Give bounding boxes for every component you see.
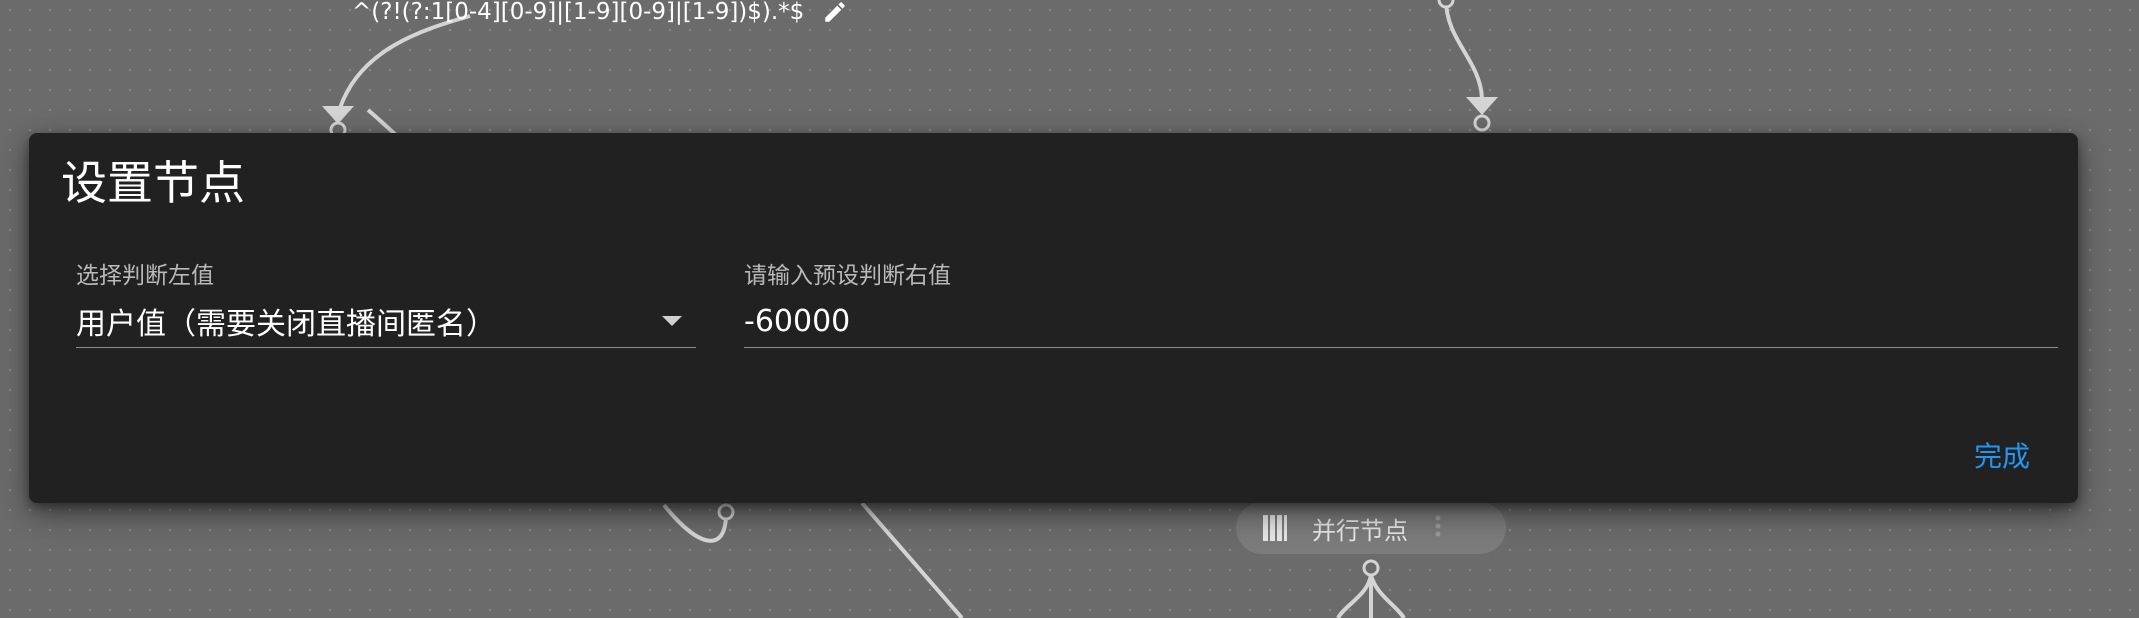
arrow-marker-right [1466, 97, 1498, 115]
right-value-field: 请输入预设判断右值 [744, 261, 2058, 348]
right-value-input[interactable] [744, 303, 2058, 339]
port-right-input [1473, 114, 1491, 132]
right-value-input-wrapper [744, 301, 2058, 348]
wire-bottom-hook [662, 503, 728, 543]
port-top-right-out [1437, 0, 1455, 9]
parallel-node[interactable]: 并行节点 [1236, 502, 1506, 554]
dialog-title: 设置节点 [61, 156, 245, 210]
left-value-text: 用户值（需要关闭直播间匿名） [76, 307, 496, 342]
parallel-node-label: 并行节点 [1312, 516, 1408, 545]
left-value-select[interactable]: 选择判断左值 用户值（需要关闭直播间匿名） [76, 261, 696, 348]
wire-top-left [338, 14, 471, 109]
set-node-dialog: 设置节点 选择判断左值 用户值（需要关闭直播间匿名） 请输入预设判断右值 完成 [29, 133, 2078, 503]
right-value-label: 请输入预设判断右值 [744, 263, 951, 289]
wire-top-right [1444, 0, 1484, 99]
edge-condition[interactable]: ^(?!(?:1[0-4][0-9]|[1-9][0-9]|[1-9])$).*… [352, 0, 848, 26]
port-bottom-hook [717, 503, 735, 521]
arrow-marker-left [322, 106, 354, 124]
left-value-label: 选择判断左值 [76, 263, 214, 289]
left-value-selected[interactable]: 用户值（需要关闭直播间匿名） [76, 301, 696, 348]
done-button[interactable]: 完成 [1974, 431, 2030, 479]
wire-bottom-diagonal [860, 501, 964, 618]
pencil-icon[interactable] [822, 0, 848, 25]
more-vertical-icon[interactable] [1432, 514, 1444, 542]
edge-condition-text: ^(?!(?:1[0-4][0-9]|[1-9][0-9]|[1-9])$).*… [352, 0, 805, 25]
parallel-bars-icon [1262, 514, 1288, 542]
wire-parallel-out-left [1336, 574, 1373, 618]
wire-top-left-branch [366, 108, 398, 137]
wire-parallel-out-right [1369, 574, 1406, 618]
dropdown-arrow-icon[interactable] [662, 316, 682, 326]
port-parallel-output [1362, 559, 1380, 577]
